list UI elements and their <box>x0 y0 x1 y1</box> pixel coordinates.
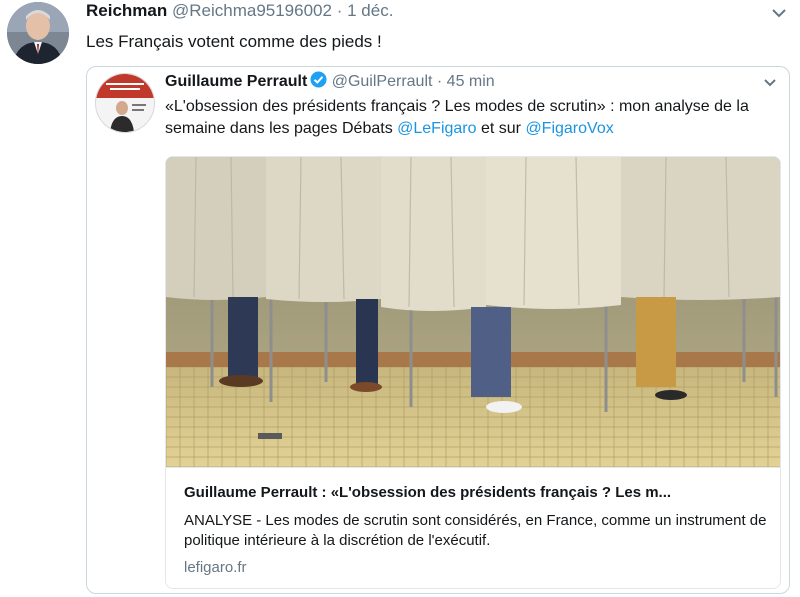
card-image[interactable] <box>166 157 780 467</box>
tweet-header: Reichman @Reichma95196002 · 1 déc. <box>86 0 393 22</box>
quoted-menu-chevron-icon[interactable] <box>760 73 780 93</box>
voting-booths-photo <box>166 157 780 467</box>
author-avatar[interactable] <box>7 2 69 64</box>
verified-badge-icon <box>310 71 327 95</box>
author-handle[interactable]: @Reichma95196002 <box>172 1 332 20</box>
quoted-author-name[interactable]: Guillaume Perrault <box>165 73 307 90</box>
quoted-tweet[interactable]: Guillaume Perrault @GuilPerrault · 45 mi… <box>86 66 790 594</box>
quoted-author-photo <box>96 74 154 132</box>
quoted-timestamp[interactable]: 45 min <box>447 73 495 90</box>
card-body[interactable]: Guillaume Perrault : «L'obsession des pr… <box>166 467 780 588</box>
link-card[interactable]: Guillaume Perrault : «L'obsession des pr… <box>165 156 781 589</box>
author-photo <box>7 2 69 64</box>
tweet-menu-chevron-icon[interactable] <box>768 2 790 24</box>
tweet-timestamp[interactable]: 1 déc. <box>347 1 393 20</box>
card-domain[interactable]: lefigaro.fr <box>184 559 247 576</box>
mention-figarovox[interactable]: @FigaroVox <box>525 120 613 137</box>
quoted-author-handle[interactable]: @GuilPerrault <box>332 73 433 90</box>
quoted-header-separator: · <box>436 73 443 90</box>
quoted-header: Guillaume Perrault @GuilPerrault · 45 mi… <box>165 71 495 95</box>
card-description: ANALYSE - Les modes de scrutin sont cons… <box>184 512 767 549</box>
tweet-text: Les Français votent comme des pieds ! <box>86 32 382 51</box>
author-name[interactable]: Reichman <box>86 1 167 20</box>
quoted-text: «L'obsession des présidents français ? L… <box>165 96 765 140</box>
quoted-author-avatar[interactable] <box>95 73 155 133</box>
quoted-text-part2: et sur <box>476 120 526 137</box>
mention-lefigaro[interactable]: @LeFigaro <box>397 120 476 137</box>
header-separator: · <box>336 1 343 20</box>
card-title[interactable]: Guillaume Perrault : «L'obsession des pr… <box>184 484 671 501</box>
